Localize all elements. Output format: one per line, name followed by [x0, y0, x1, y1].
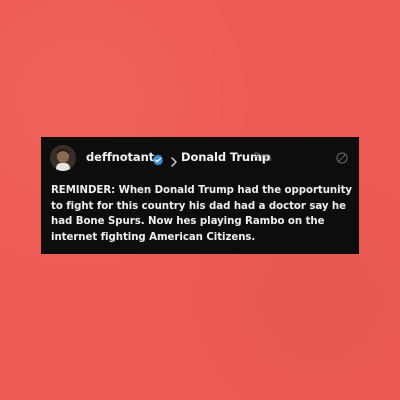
mute-icon[interactable]	[335, 150, 349, 164]
post-card[interactable]: deffnotant Donald Trump 3m REMINDER: Whe…	[41, 137, 359, 254]
post-timestamp: 3m	[253, 150, 272, 164]
post-text: REMINDER: When Donald Trump had the oppo…	[51, 185, 352, 243]
author-name[interactable]: deffnotant	[86, 150, 154, 164]
verified-badge-icon	[152, 151, 164, 166]
chevron-right-icon	[170, 152, 178, 167]
avatar[interactable]	[50, 145, 76, 171]
post-header: deffnotant Donald Trump 3m	[50, 145, 349, 171]
